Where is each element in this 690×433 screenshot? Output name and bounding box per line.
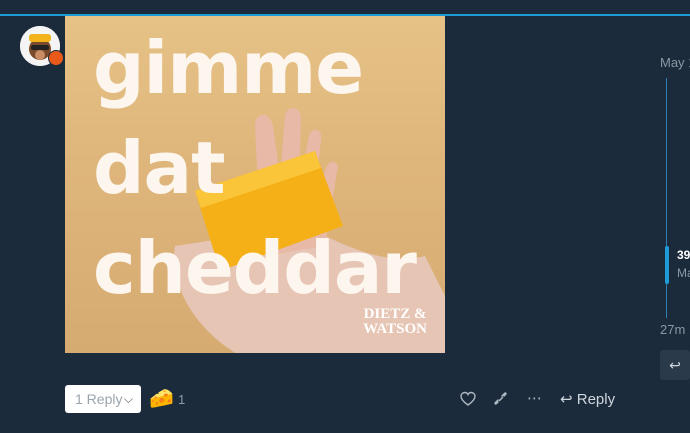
timeline-start-date[interactable]: May 1 xyxy=(660,55,690,70)
slogan-line-2: dat xyxy=(93,126,226,210)
replies-label: 1 Reply xyxy=(75,391,123,407)
slogan-line-1: gimme xyxy=(93,26,364,110)
heart-svg xyxy=(460,391,476,406)
link-icon[interactable] xyxy=(493,391,509,411)
reply-button[interactable]: ↩ Reply xyxy=(560,390,615,408)
cheese-reaction-icon[interactable]: 🧀 xyxy=(149,388,174,410)
brand-logo: DIETZ & WATSON xyxy=(363,307,427,337)
timeline-end-label[interactable]: 27m xyxy=(660,322,685,337)
slogan-line-3: cheddar xyxy=(93,226,417,310)
top-header xyxy=(0,0,690,16)
reaction-count: 1 xyxy=(178,392,186,407)
timeline-current-date: Ma xyxy=(677,266,690,280)
timeline-handle[interactable] xyxy=(665,246,669,284)
reply-arrow-icon: ↩ xyxy=(669,357,681,373)
link-svg xyxy=(494,392,507,405)
user-badge-icon xyxy=(48,50,64,66)
post-image[interactable]: gimme dat cheddar DIETZ & WATSON xyxy=(65,16,445,353)
timeline-current-count: 39 xyxy=(677,248,690,262)
timeline-reply-button[interactable]: ↩ xyxy=(660,350,690,380)
brand-line-1: DIETZ & xyxy=(363,306,427,322)
reply-label: Reply xyxy=(576,391,616,408)
ellipsis-icon[interactable]: ⋯ xyxy=(527,391,542,407)
replies-dropdown[interactable]: 1 Reply ⌵ xyxy=(65,385,141,413)
reply-arrow-icon: ↩ xyxy=(560,391,573,408)
brand-line-2: WATSON xyxy=(363,321,427,337)
heart-icon[interactable] xyxy=(460,391,476,411)
chevron-down-icon: ⌵ xyxy=(123,392,133,406)
post-actions: 1 Reply ⌵ 🧀 1 ⋯ ↩ Reply xyxy=(65,385,625,415)
